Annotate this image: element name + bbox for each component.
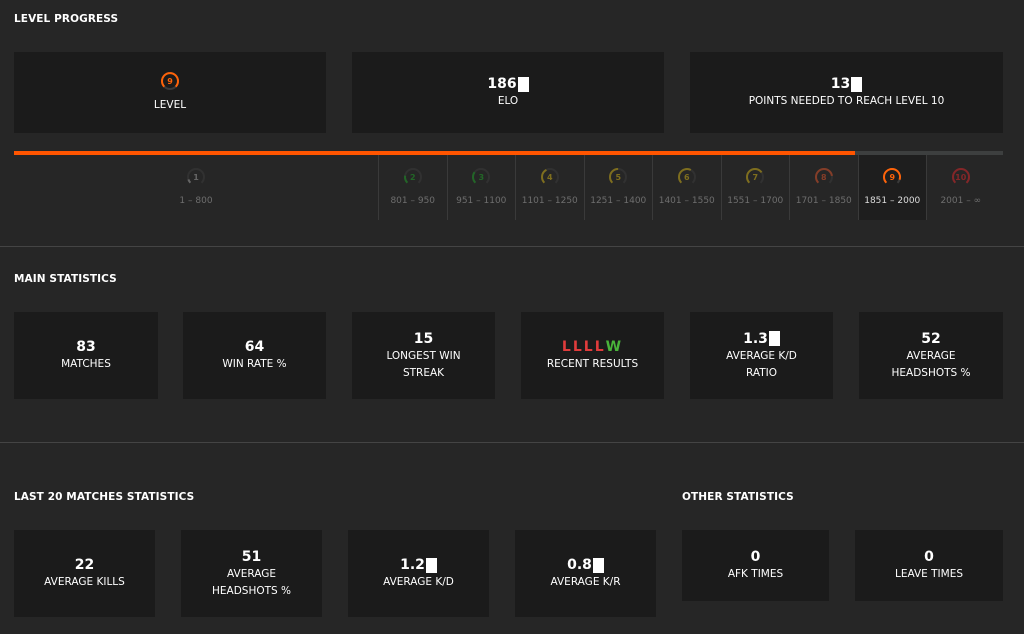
level-segment-6: 6 1401 – 1550 [652, 155, 721, 220]
level-segment-1: 1 1 – 800 [14, 155, 378, 220]
kd-ratio-card: 1.3 AVERAGE K/D RATIO [690, 312, 833, 399]
last20-kr-card: 0.8 AVERAGE K/R [515, 530, 656, 617]
level-progress-title: LEVEL PROGRESS [14, 13, 119, 25]
win-rate-label: WIN RATE % [222, 358, 287, 370]
average-kills-label: AVERAGE KILLS [44, 576, 125, 588]
afk-times-card: 0 AFK TIMES [682, 530, 829, 601]
level-1-badge-icon: 1 [186, 167, 206, 187]
kd-ratio-label: AVERAGE K/D RATIO [726, 349, 797, 379]
recent-result-3: L [583, 339, 595, 355]
headshots-value: 52 [921, 330, 941, 347]
level-3-range: 951 – 1100 [456, 196, 507, 206]
level-2-badge-icon: 2 [403, 167, 423, 187]
points-needed-card: 13 POINTS NEEDED TO REACH LEVEL 10 [690, 52, 1003, 133]
level-6-badge-icon: 6 [677, 167, 697, 187]
level-segment-9: 9 1851 – 2000 [857, 155, 926, 220]
recent-result-4: L [594, 339, 606, 355]
matches-card: 83 MATCHES [14, 312, 158, 399]
level-segment-5: 5 1251 – 1400 [583, 155, 653, 220]
level-5-range: 1251 – 1400 [590, 196, 647, 206]
level-segment-4: 4 1101 – 1250 [515, 155, 584, 220]
last20-headshots-value: 51 [241, 548, 262, 565]
level-5-badge-icon: 5 [608, 167, 628, 187]
headshots-card: 52 AVERAGE HEADSHOTS % [859, 312, 1003, 399]
level-segment-7: 7 1551 – 1700 [720, 155, 790, 220]
divider [0, 442, 1024, 443]
last20-kd-value: 1.2 [400, 556, 437, 574]
recent-result-2: L [572, 339, 584, 355]
last20-kr-label: AVERAGE K/R [550, 576, 621, 588]
level-10-badge-icon: 10 [951, 167, 971, 187]
kd-ratio-value: 1.3 [743, 330, 780, 348]
matches-label: MATCHES [61, 358, 111, 370]
recent-results-label: RECENT RESULTS [546, 358, 639, 370]
recent-result-5: W [605, 339, 624, 355]
elo-value: 186 [487, 75, 529, 93]
level-segment-3: 3 951 – 1100 [446, 155, 516, 220]
average-kills-value: 22 [74, 557, 95, 573]
last20-headshots-card: 51 AVERAGE HEADSHOTS % [181, 530, 322, 617]
elo-label: ELO [497, 95, 519, 107]
recent-results-card: LLLLW RECENT RESULTS [521, 312, 664, 399]
points-needed-value: 13 [831, 75, 863, 93]
longest-streak-card: 15 LONGEST WIN STREAK [352, 312, 495, 399]
afk-times-value: 0 [750, 549, 761, 565]
last20-kd-card: 1.2 AVERAGE K/D [348, 530, 489, 617]
divider [0, 246, 1024, 247]
level-8-badge-icon: 8 [814, 167, 834, 187]
level-4-range: 1101 – 1250 [521, 196, 578, 206]
win-rate-value: 64 [244, 339, 265, 355]
last20-kd-label: AVERAGE K/D [383, 576, 454, 588]
last20-title: LAST 20 MATCHES STATISTICS [14, 491, 195, 503]
level-card: 9 LEVEL [14, 52, 326, 133]
main-statistics-title: MAIN STATISTICS [14, 273, 117, 285]
leave-times-card: 0 LEAVE TIMES [855, 530, 1003, 601]
other-statistics-title: OTHER STATISTICS [682, 491, 794, 503]
level-segment-10: 10 2001 – ∞ [926, 155, 995, 220]
recent-results-value: LLLLW [562, 338, 623, 356]
matches-value: 83 [76, 339, 96, 355]
elo-card: 186 ELO [352, 52, 664, 133]
level-8-range: 1701 – 1850 [795, 196, 852, 206]
level-10-range: 2001 – ∞ [940, 196, 982, 206]
level-badge-icon: 9 [160, 71, 180, 91]
longest-streak-value: 15 [413, 330, 434, 347]
level-label: LEVEL [153, 99, 187, 111]
recent-result-1: L [561, 339, 573, 355]
afk-times-label: AFK TIMES [727, 568, 784, 580]
headshots-label: AVERAGE HEADSHOTS % [891, 349, 971, 379]
win-rate-card: 64 WIN RATE % [183, 312, 326, 399]
leave-times-label: LEAVE TIMES [894, 568, 964, 580]
level-9-range: 1851 – 2000 [864, 196, 921, 206]
last20-kr-value: 0.8 [567, 556, 604, 574]
level-6-range: 1401 – 1550 [658, 196, 715, 206]
level-1-range: 1 – 800 [179, 196, 213, 206]
level-7-badge-icon: 7 [745, 167, 765, 187]
last20-headshots-label: AVERAGE HEADSHOTS % [211, 567, 292, 597]
level-segment-2: 2 801 – 950 [378, 155, 447, 220]
level-2-range: 801 – 950 [390, 196, 436, 206]
level-3-badge-icon: 3 [471, 167, 491, 187]
average-kills-card: 22 AVERAGE KILLS [14, 530, 155, 617]
level-7-range: 1551 – 1700 [727, 196, 784, 206]
points-needed-label: POINTS NEEDED TO REACH LEVEL 10 [748, 95, 945, 107]
leave-times-value: 0 [924, 549, 934, 565]
longest-streak-label: LONGEST WIN STREAK [386, 349, 461, 379]
level-9-badge-icon: 9 [882, 167, 902, 187]
level-segment-8: 8 1701 – 1850 [789, 155, 858, 220]
level-4-badge-icon: 4 [540, 167, 560, 187]
